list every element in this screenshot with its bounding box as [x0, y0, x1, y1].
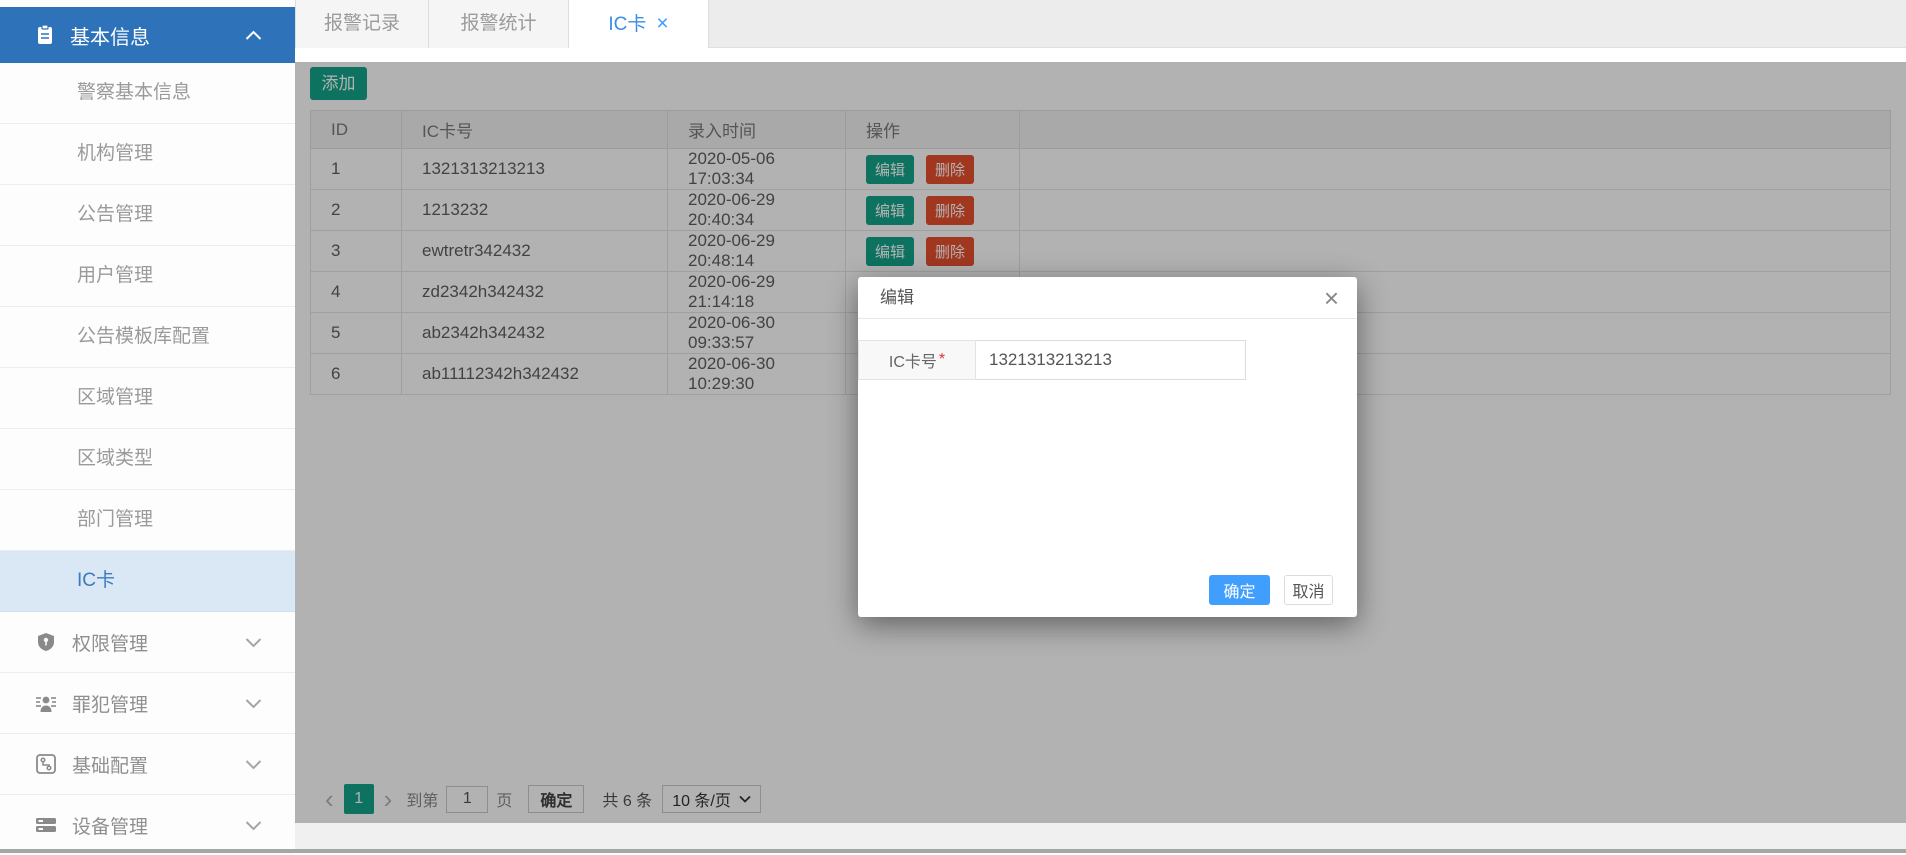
prisoner-icon [34, 693, 58, 713]
card-no-input[interactable] [976, 340, 1246, 380]
sidebar-group-permission[interactable]: 权限管理 [0, 612, 295, 673]
app-root: 基本信息 警察基本信息 机构管理 公告管理 用户管理 公告模板库配置 区域管理 … [0, 0, 1906, 855]
tab-content-gap [295, 48, 1906, 62]
chevron-down-icon [245, 759, 262, 770]
sidebar-item-org-mgmt[interactable]: 机构管理 [0, 124, 295, 185]
sidebar-group-device[interactable]: 设备管理 [0, 795, 295, 855]
sidebar-group-label: 设备管理 [72, 812, 148, 839]
circuit-icon [34, 754, 58, 774]
tab-alarm-stats[interactable]: 报警统计 [429, 0, 569, 48]
clipboard-icon [34, 24, 56, 46]
shield-icon [34, 632, 58, 652]
chevron-down-icon [245, 637, 262, 648]
chevron-down-icon [245, 698, 262, 709]
horizontal-scrollbar[interactable] [0, 849, 1906, 853]
tab-alarm-records[interactable]: 报警记录 [295, 0, 429, 48]
chevron-up-icon [245, 30, 262, 41]
sidebar-item-notice-mgmt[interactable]: 公告管理 [0, 185, 295, 246]
sidebar-group-basic-info[interactable]: 基本信息 [0, 7, 295, 63]
field-label-text: IC卡号 [889, 348, 937, 372]
tab-bar: 报警记录 报警统计 IC卡 × [295, 0, 1906, 48]
sidebar-group-criminal[interactable]: 罪犯管理 [0, 673, 295, 734]
sidebar-item-area-type[interactable]: 区域类型 [0, 429, 295, 490]
dialog-footer: 确定 取消 [1209, 575, 1333, 605]
sidebar-group-label: 罪犯管理 [72, 690, 148, 717]
sidebar-group-label: 基础配置 [72, 751, 148, 778]
close-icon[interactable]: × [656, 12, 668, 35]
sidebar-item-user-mgmt[interactable]: 用户管理 [0, 246, 295, 307]
sidebar-group-base-config[interactable]: 基础配置 [0, 734, 295, 795]
tab-ic-card[interactable]: IC卡 × [569, 0, 709, 48]
chevron-down-icon [245, 820, 262, 831]
cancel-button[interactable]: 取消 [1284, 575, 1333, 605]
sidebar: 基本信息 警察基本信息 机构管理 公告管理 用户管理 公告模板库配置 区域管理 … [0, 0, 295, 855]
sidebar-group-label: 权限管理 [72, 629, 148, 656]
dialog-header: 编辑 × [858, 277, 1357, 319]
close-icon[interactable]: × [1324, 277, 1339, 319]
sidebar-item-ic-card[interactable]: IC卡 [0, 551, 295, 612]
required-mark: * [939, 351, 945, 369]
edit-dialog: 编辑 × IC卡号* 确定 取消 [858, 277, 1357, 617]
sidebar-items: 警察基本信息 机构管理 公告管理 用户管理 公告模板库配置 区域管理 区域类型 … [0, 63, 295, 855]
ok-button[interactable]: 确定 [1209, 575, 1270, 605]
sidebar-item-area-mgmt[interactable]: 区域管理 [0, 368, 295, 429]
sidebar-item-police-info[interactable]: 警察基本信息 [0, 63, 295, 124]
tab-label: IC卡 [608, 14, 646, 35]
dialog-title: 编辑 [880, 288, 914, 307]
server-icon [34, 815, 58, 835]
bottom-strip [295, 823, 1906, 849]
sidebar-item-dept-mgmt[interactable]: 部门管理 [0, 490, 295, 551]
card-no-label: IC卡号* [858, 340, 976, 380]
form-row: IC卡号* [858, 340, 1357, 380]
sidebar-group-label: 基本信息 [70, 21, 150, 50]
sidebar-item-notice-template[interactable]: 公告模板库配置 [0, 307, 295, 368]
